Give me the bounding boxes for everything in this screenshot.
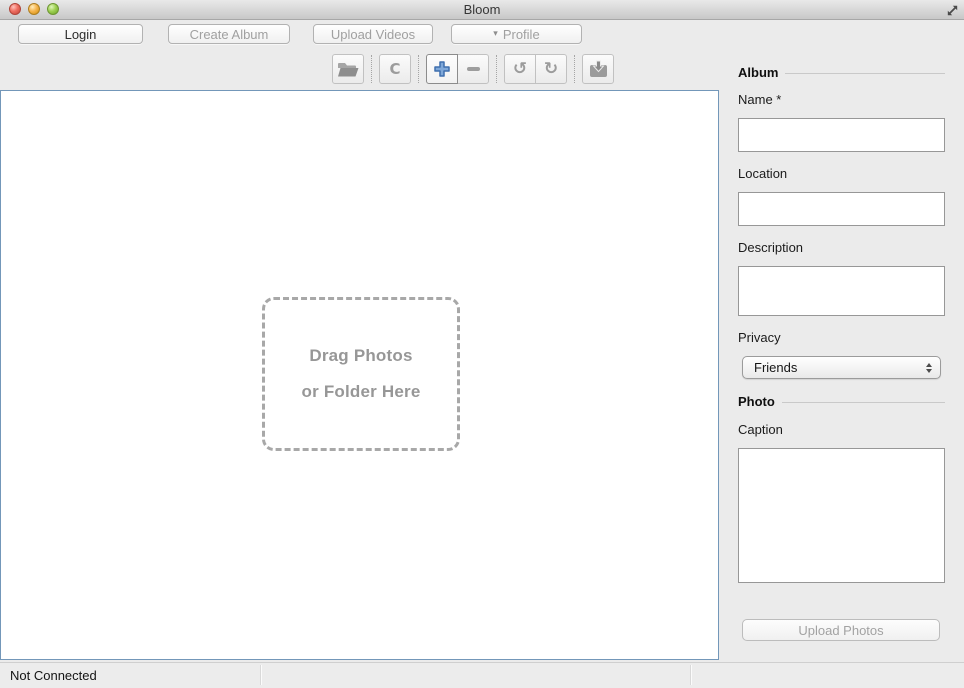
album-name-input[interactable] <box>738 118 945 152</box>
toolbar-separator <box>371 55 372 83</box>
login-button-label: Login <box>65 27 97 42</box>
rotate-cw-icon: ↻ <box>544 61 558 78</box>
album-description-textarea[interactable] <box>738 266 945 316</box>
import-tray-icon <box>588 60 609 78</box>
import-button[interactable] <box>582 54 614 84</box>
rotate-right-button[interactable]: ↻ <box>535 54 567 84</box>
rotate-group: ↺ ↻ <box>504 54 567 84</box>
photo-canvas: Drag Photos or Folder Here <box>0 90 719 660</box>
arrow-up-icon <box>926 363 932 367</box>
statusbar-divider <box>260 665 261 685</box>
refresh-icon: C <box>389 60 400 78</box>
title-bar: Bloom <box>0 0 964 20</box>
heading-rule <box>785 73 945 74</box>
album-heading-label: Album <box>738 65 778 80</box>
dropzone-text-line2: or Folder Here <box>302 382 421 402</box>
create-album-button[interactable]: Create Album <box>168 24 290 44</box>
expand-diagonal-icon <box>945 3 960 18</box>
toolbar-separator <box>418 55 419 83</box>
statusbar-divider <box>690 665 691 685</box>
rotate-left-button[interactable]: ↺ <box>504 54 536 84</box>
add-photos-button[interactable] <box>426 54 458 84</box>
fullscreen-button[interactable] <box>944 2 960 18</box>
login-button[interactable]: Login <box>18 24 143 44</box>
popup-stepper-icon <box>926 363 932 373</box>
remove-photos-button[interactable] <box>457 54 489 84</box>
window-title: Bloom <box>0 0 964 19</box>
photo-section-heading: Photo <box>738 394 945 409</box>
album-location-input[interactable] <box>738 192 945 226</box>
location-label: Location <box>738 166 787 181</box>
description-label: Description <box>738 240 803 255</box>
photo-heading-label: Photo <box>738 394 775 409</box>
drag-drop-zone[interactable]: Drag Photos or Folder Here <box>262 297 460 451</box>
privacy-label: Privacy <box>738 330 781 345</box>
privacy-select[interactable]: Friends <box>742 356 941 379</box>
folder-open-icon <box>337 61 359 78</box>
open-folder-button[interactable] <box>332 54 364 84</box>
add-remove-group <box>426 54 489 84</box>
photo-caption-textarea[interactable] <box>738 448 945 583</box>
toolbar-separator <box>574 55 575 83</box>
privacy-selected-value: Friends <box>754 360 926 375</box>
album-section-heading: Album <box>738 65 945 80</box>
caption-label: Caption <box>738 422 783 437</box>
upload-videos-button[interactable]: Upload Videos <box>313 24 433 44</box>
icon-toolbar: C ↺ ↻ <box>332 54 614 84</box>
profile-button-label: Profile <box>503 27 540 42</box>
profile-dropdown-button[interactable]: ▾ Profile <box>451 24 582 44</box>
connection-status: Not Connected <box>10 663 97 688</box>
create-album-button-label: Create Album <box>190 27 269 42</box>
upload-videos-button-label: Upload Videos <box>331 27 415 42</box>
refresh-button[interactable]: C <box>379 54 411 84</box>
plus-icon <box>433 60 451 78</box>
rotate-ccw-icon: ↺ <box>513 61 527 78</box>
minus-icon <box>467 67 480 71</box>
chevron-down-icon: ▾ <box>493 29 498 39</box>
name-label: Name * <box>738 92 781 107</box>
toolbar-separator <box>496 55 497 83</box>
heading-rule <box>782 402 945 403</box>
app-window: { "window": { "title": "Bloom" }, "toolb… <box>0 0 964 688</box>
upload-photos-button-label: Upload Photos <box>798 623 883 638</box>
status-bar: Not Connected <box>0 662 964 688</box>
upload-photos-button[interactable]: Upload Photos <box>742 619 940 641</box>
dropzone-text-line1: Drag Photos <box>309 346 412 366</box>
arrow-down-icon <box>926 369 932 373</box>
